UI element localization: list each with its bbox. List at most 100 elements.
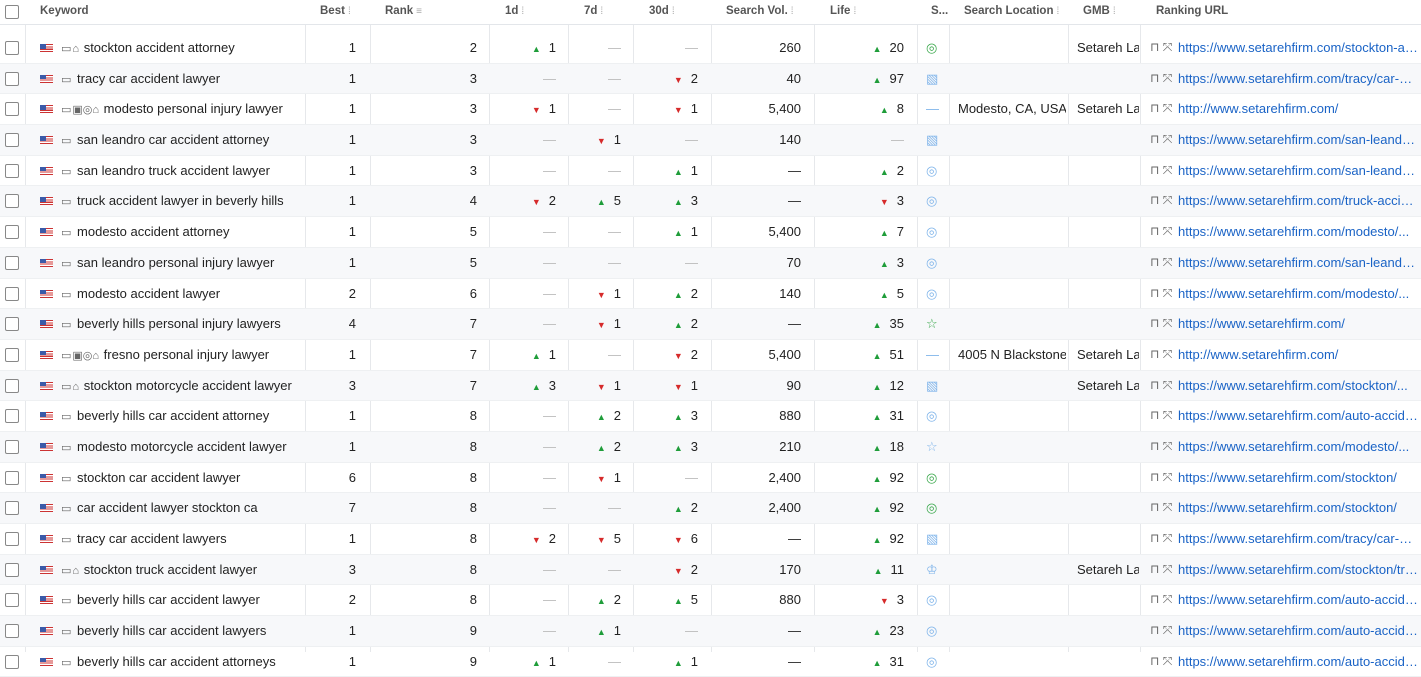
map-pin-icon[interactable]: ◎ (926, 186, 937, 215)
expand-icon[interactable]: ⤧ (1163, 132, 1173, 146)
table-row[interactable]: ▭ beverly hills car accident lawyer 2 8— ▲ 2… (0, 585, 1421, 617)
map-pin-icon[interactable]: ◎ (926, 463, 937, 492)
table-row[interactable]: ▭ san leandro car accident attorney 1 3— ▼ 1… (0, 125, 1421, 156)
url-actions[interactable]: ⊓ ⤧ (1150, 616, 1172, 645)
lock-icon[interactable]: ⊓ (1150, 592, 1159, 606)
row-checkbox[interactable] (5, 562, 19, 577)
header-search-location[interactable]: Search Location ⁞ (964, 0, 1059, 24)
row-checkbox[interactable] (5, 41, 19, 55)
keyword-cell[interactable]: ▭ beverly hills car accident lawyer (61, 585, 304, 614)
keyword-cell[interactable]: ▭▣◎⌂ modesto personal injury lawyer (61, 94, 304, 123)
url-actions[interactable]: ⊓ ⤧ (1150, 94, 1172, 123)
row-checkbox[interactable] (5, 654, 19, 669)
map-pin-icon[interactable]: ◎ (926, 217, 937, 246)
lock-icon[interactable]: ⊓ (1150, 500, 1159, 514)
ranking-url-link[interactable]: https://www.setarehfirm.com/tracy/car-ac… (1178, 524, 1418, 553)
lock-icon[interactable]: ⊓ (1150, 71, 1159, 85)
keyword-cell[interactable]: ▭⌂ stockton accident attorney (61, 33, 304, 62)
table-row[interactable]: ▭ modesto accident attorney 1 5— — ▲ 1 5,400 ▲ 7… (0, 217, 1421, 248)
expand-icon[interactable]: ⤧ (1163, 592, 1173, 606)
ranking-url-link[interactable]: https://www.setarehfirm.com/truck-accide… (1178, 186, 1418, 215)
ranking-url-link[interactable]: https://www.setarehfirm.com/stockton/ (1178, 493, 1418, 522)
url-actions[interactable]: ⊓ ⤧ (1150, 248, 1172, 277)
map-pin-icon[interactable]: ◎ (926, 493, 937, 522)
expand-icon[interactable]: ⤧ (1163, 470, 1173, 484)
keyword-cell[interactable]: ▭ san leandro personal injury lawyer (61, 248, 304, 277)
expand-icon[interactable]: ⤧ (1163, 316, 1173, 330)
ranking-url-link[interactable]: https://www.setarehfirm.com/stockton/... (1178, 371, 1418, 400)
lock-icon[interactable]: ⊓ (1150, 623, 1159, 637)
keyword-cell[interactable]: ▭▣◎⌂ fresno personal injury lawyer (61, 340, 304, 369)
url-actions[interactable]: ⊓ ⤧ (1150, 401, 1172, 430)
keyword-cell[interactable]: ▭ modesto motorcycle accident lawyer (61, 432, 304, 461)
image-icon[interactable]: ▧ (926, 64, 938, 93)
table-row[interactable]: ▭ tracy car accident lawyer 1 3— — ▼ 2 40 ▲ 97 ▧ ⊓… (0, 63, 1421, 95)
lock-icon[interactable]: ⊓ (1150, 163, 1159, 177)
header-7d[interactable]: 7d ⁞ (584, 0, 603, 24)
table-row[interactable]: ▭ beverly hills car accident attorney 1 8 —… (0, 401, 1421, 432)
header-keyword[interactable]: Keyword (40, 0, 89, 24)
url-actions[interactable]: ⊓ ⤧ (1150, 555, 1172, 584)
row-checkbox[interactable] (5, 593, 19, 608)
expand-icon[interactable]: ⤧ (1163, 224, 1173, 238)
row-checkbox[interactable] (5, 255, 19, 270)
map-pin-icon[interactable]: ◎ (926, 279, 937, 308)
ranking-url-link[interactable]: https://www.setarehfirm.com/ (1178, 309, 1418, 338)
image-icon[interactable]: ▧ (926, 524, 938, 553)
row-checkbox[interactable] (5, 317, 19, 332)
url-actions[interactable]: ⊓ ⤧ (1150, 217, 1172, 246)
image-icon[interactable]: ▧ (926, 371, 938, 400)
keyword-cell[interactable]: ▭ beverly hills car accident attorney (61, 401, 304, 430)
ranking-url-link[interactable]: https://www.setarehfirm.com/auto-acciden… (1178, 647, 1418, 676)
table-row[interactable]: ▭ beverly hills personal injury lawyers 4… (0, 309, 1421, 340)
star-icon[interactable]: ☆ (926, 309, 938, 338)
url-actions[interactable]: ⊓ ⤧ (1150, 309, 1172, 338)
keyword-cell[interactable]: ▭⌂ stockton truck accident lawyer (61, 555, 304, 584)
header-serp[interactable]: S... (931, 0, 948, 24)
expand-icon[interactable]: ⤧ (1163, 40, 1173, 54)
map-pin-icon[interactable]: ◎ (926, 156, 937, 185)
image-icon[interactable]: ▧ (926, 125, 938, 154)
table-row[interactable]: ▭ truck accident lawyer in beverly hills… (0, 186, 1421, 218)
lock-icon[interactable]: ⊓ (1150, 224, 1159, 238)
select-all-checkbox[interactable] (5, 5, 19, 19)
map-pin-icon[interactable]: ◎ (926, 401, 937, 430)
url-actions[interactable]: ⊓ ⤧ (1150, 463, 1172, 492)
row-checkbox[interactable] (5, 501, 19, 516)
table-row[interactable]: ▭⌂ stockton motorcycle accident lawyer 3 7… (0, 370, 1421, 402)
url-actions[interactable]: ⊓ ⤧ (1150, 125, 1172, 154)
ranking-url-link[interactable]: https://www.setarehfirm.com/stockton/tru… (1178, 555, 1418, 584)
lock-icon[interactable]: ⊓ (1150, 562, 1159, 576)
crown-icon[interactable]: ♔ (926, 555, 938, 584)
table-row[interactable]: ▭ san leandro personal injury lawyer 1 5 — —… (0, 247, 1421, 279)
ranking-url-link[interactable]: https://www.setarehfirm.com/modesto/... (1178, 279, 1418, 308)
row-checkbox[interactable] (5, 378, 19, 393)
expand-icon[interactable]: ⤧ (1163, 439, 1173, 453)
keyword-cell[interactable]: ▭ san leandro car accident attorney (61, 125, 304, 154)
url-actions[interactable]: ⊓ ⤧ (1150, 647, 1172, 676)
row-checkbox[interactable] (5, 71, 19, 86)
url-actions[interactable]: ⊓ ⤧ (1150, 279, 1172, 308)
expand-icon[interactable]: ⤧ (1163, 500, 1173, 514)
keyword-cell[interactable]: ▭ tracy car accident lawyers (61, 524, 304, 553)
lock-icon[interactable]: ⊓ (1150, 316, 1159, 330)
lock-icon[interactable]: ⊓ (1150, 654, 1159, 668)
expand-icon[interactable]: ⤧ (1163, 286, 1173, 300)
ranking-url-link[interactable]: https://www.setarehfirm.com/stockton-acc… (1178, 33, 1418, 62)
row-checkbox[interactable] (5, 532, 19, 546)
expand-icon[interactable]: ⤧ (1163, 408, 1173, 422)
expand-icon[interactable]: ⤧ (1163, 255, 1173, 269)
url-actions[interactable]: ⊓ ⤧ (1150, 432, 1172, 461)
expand-icon[interactable]: ⤧ (1163, 562, 1173, 576)
url-actions[interactable]: ⊓ ⤧ (1150, 585, 1172, 614)
table-row[interactable]: ▭ beverly hills car accident lawyers 1 9 — ▲… (0, 616, 1421, 647)
map-pin-icon[interactable]: ◎ (926, 33, 937, 62)
url-actions[interactable]: ⊓ ⤧ (1150, 493, 1172, 522)
table-row[interactable]: ▭ car accident lawyer stockton ca 7 8— — ▲ 2 2… (0, 493, 1421, 524)
header-search-volume[interactable]: Search Vol. ⁞ (726, 0, 794, 24)
lock-icon[interactable]: ⊓ (1150, 531, 1159, 545)
expand-icon[interactable]: ⤧ (1163, 623, 1173, 637)
ranking-url-link[interactable]: https://www.setarehfirm.com/auto-acciden… (1178, 616, 1418, 645)
url-actions[interactable]: ⊓ ⤧ (1150, 371, 1172, 400)
header-gmb[interactable]: GMB ⁞ (1083, 0, 1116, 24)
